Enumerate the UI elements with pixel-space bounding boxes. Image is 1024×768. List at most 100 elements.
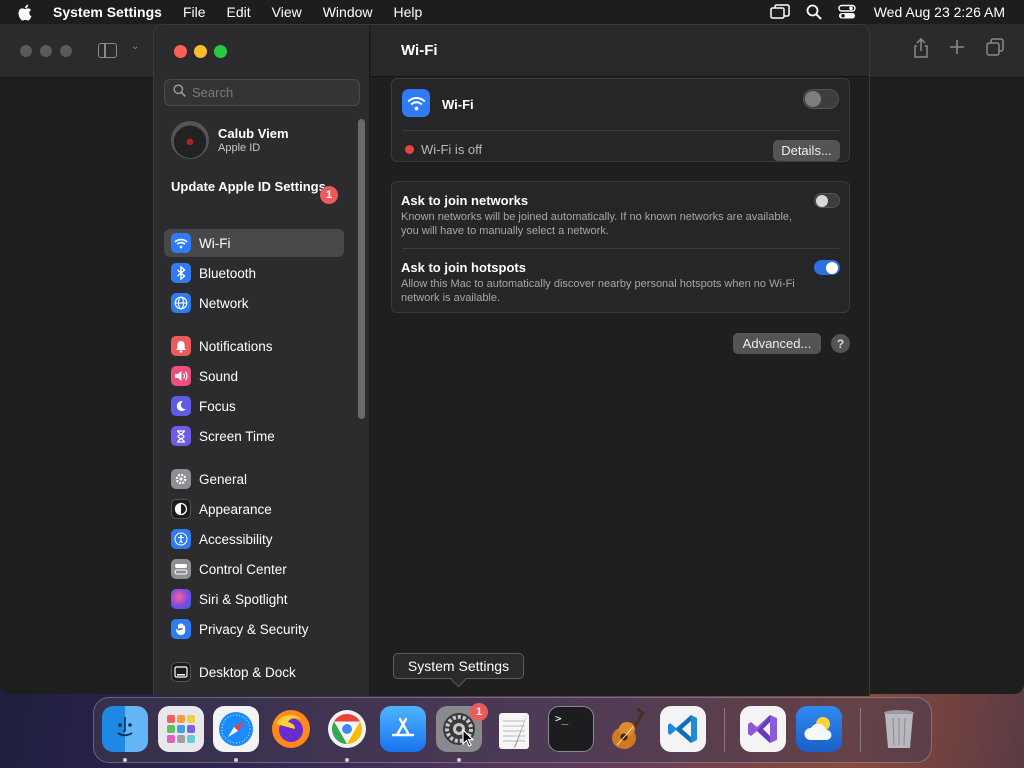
sidebar-item-screen-time[interactable]: Screen Time <box>164 422 344 450</box>
moon-icon <box>171 396 191 416</box>
apple-menu-icon[interactable] <box>17 0 37 24</box>
new-tab-icon[interactable] <box>949 38 965 61</box>
sidebar-item-desktop-dock[interactable]: Desktop & Dock <box>164 658 344 686</box>
sidebar-toggle-icon[interactable] <box>98 43 117 58</box>
sidebar-scrollbar[interactable] <box>358 119 365 419</box>
menu-bar: System Settings File Edit View Window He… <box>0 0 1024 24</box>
ask-join-hotspots-title: Ask to join hotspots <box>401 260 526 275</box>
sidebar-item-general[interactable]: General <box>164 465 344 493</box>
search-input[interactable] <box>192 85 352 100</box>
ask-join-hotspots-desc: Allow this Mac to automatically discover… <box>401 278 795 304</box>
app-menu[interactable]: System Settings <box>53 4 162 20</box>
sidebar: Calub Viem Apple ID Update Apple ID Sett… <box>154 25 370 696</box>
ask-join-networks-title: Ask to join networks <box>401 193 529 208</box>
sidebar-item-label: Siri & Spotlight <box>199 591 288 607</box>
sidebar-item-label: Sound <box>199 368 239 384</box>
menu-view[interactable]: View <box>272 4 302 20</box>
settings-notification-badge: 1 <box>470 703 488 721</box>
sidebar-item-label: Wi-Fi <box>199 235 231 251</box>
sidebar-item-bluetooth[interactable]: Bluetooth <box>164 259 344 287</box>
details-button[interactable]: Details... <box>773 140 840 161</box>
accessibility-icon <box>171 529 191 549</box>
search-icon <box>173 83 186 102</box>
hand-icon <box>171 619 191 639</box>
gear-icon <box>171 469 191 489</box>
zoom-button[interactable] <box>214 45 227 58</box>
sidebar-item-label: Network <box>199 295 249 311</box>
terminal-icon[interactable]: >_ <box>548 706 594 752</box>
running-indicator <box>123 758 127 762</box>
vscode-icon[interactable] <box>660 706 706 752</box>
window-zoom-dot[interactable] <box>60 45 72 57</box>
running-indicator <box>457 758 461 762</box>
close-button[interactable] <box>174 45 187 58</box>
control-center-icon <box>171 559 191 579</box>
finder-icon[interactable] <box>102 706 148 752</box>
apple-id-account[interactable]: Calub Viem Apple ID <box>171 120 289 160</box>
notification-badge: 1 <box>320 186 338 204</box>
garageband-icon[interactable] <box>604 706 650 752</box>
tab-overview-icon[interactable] <box>986 38 1004 62</box>
sidebar-item-appearance[interactable]: Appearance <box>164 495 344 523</box>
sidebar-item-focus[interactable]: Focus <box>164 392 344 420</box>
sidebar-item-network[interactable]: Network <box>164 289 344 317</box>
sidebar-item-privacy-security[interactable]: Privacy & Security <box>164 615 344 643</box>
sidebar-item-label: General <box>199 471 248 487</box>
divider <box>402 130 839 131</box>
advanced-button[interactable]: Advanced... <box>733 333 821 354</box>
help-button[interactable]: ? <box>831 334 850 353</box>
minimize-button[interactable] <box>194 45 207 58</box>
account-name: Calub Viem <box>218 126 289 141</box>
chrome-icon[interactable] <box>324 706 370 752</box>
sidebar-item-label: Notifications <box>199 338 273 354</box>
dock: 1 >_ <box>93 697 932 763</box>
app-store-icon[interactable] <box>380 706 426 752</box>
window-close-dot[interactable] <box>20 45 32 57</box>
menu-window[interactable]: Window <box>323 4 373 20</box>
running-indicator <box>234 758 238 762</box>
control-center-icon[interactable] <box>838 4 856 20</box>
sidebar-item-notifications[interactable]: Notifications <box>164 332 344 360</box>
weather-icon[interactable] <box>796 706 842 752</box>
sidebar-item-label: Accessibility <box>199 531 273 547</box>
textedit-icon[interactable] <box>492 706 538 752</box>
trash-icon[interactable] <box>876 706 922 752</box>
safari-icon[interactable] <box>213 706 259 752</box>
mouse-cursor-icon <box>462 728 475 752</box>
window-minimize-dot[interactable] <box>40 45 52 57</box>
sidebar-item-accessibility[interactable]: Accessibility <box>164 525 344 553</box>
update-apple-id-settings[interactable]: Update Apple ID Settings <box>171 179 341 195</box>
spotlight-search-icon[interactable] <box>806 4 822 20</box>
menubar-clock[interactable]: Wed Aug 23 2:26 AM <box>874 4 1005 20</box>
page-title: Wi-Fi <box>401 42 438 59</box>
wifi-label: Wi-Fi <box>442 97 474 112</box>
launchpad-icon[interactable] <box>158 706 204 752</box>
sidebar-item-label: Privacy & Security <box>199 621 309 637</box>
wifi-toggle[interactable] <box>803 89 839 109</box>
desktop-icon <box>171 662 191 682</box>
siri-icon <box>171 589 191 609</box>
divider <box>402 248 839 249</box>
menu-help[interactable]: Help <box>394 4 423 20</box>
share-icon[interactable] <box>912 37 930 64</box>
ask-join-hotspots-toggle[interactable] <box>814 260 840 275</box>
ask-join-networks-toggle[interactable] <box>814 193 840 208</box>
wifi-status: Wi-Fi is off <box>421 142 483 157</box>
search-field[interactable] <box>164 79 360 106</box>
menu-file[interactable]: File <box>183 4 206 20</box>
visual-studio-icon[interactable] <box>740 706 786 752</box>
chevron-down-icon[interactable]: ⌄ <box>131 41 139 52</box>
sidebar-item-label: Desktop & Dock <box>199 664 296 680</box>
appearance-icon <box>171 499 191 519</box>
status-off-dot <box>405 145 414 154</box>
bluetooth-icon <box>171 263 191 283</box>
sidebar-item-sound[interactable]: Sound <box>164 362 344 390</box>
sidebar-item-label: Screen Time <box>199 428 275 444</box>
sidebar-item-wifi[interactable]: Wi-Fi <box>164 229 344 257</box>
sidebar-item-siri-spotlight[interactable]: Siri & Spotlight <box>164 585 344 613</box>
sidebar-item-control-center[interactable]: Control Center <box>164 555 344 583</box>
screen-mirroring-icon[interactable] <box>769 4 790 20</box>
dock-separator <box>724 708 725 752</box>
menu-edit[interactable]: Edit <box>227 4 251 20</box>
firefox-icon[interactable] <box>268 706 314 752</box>
